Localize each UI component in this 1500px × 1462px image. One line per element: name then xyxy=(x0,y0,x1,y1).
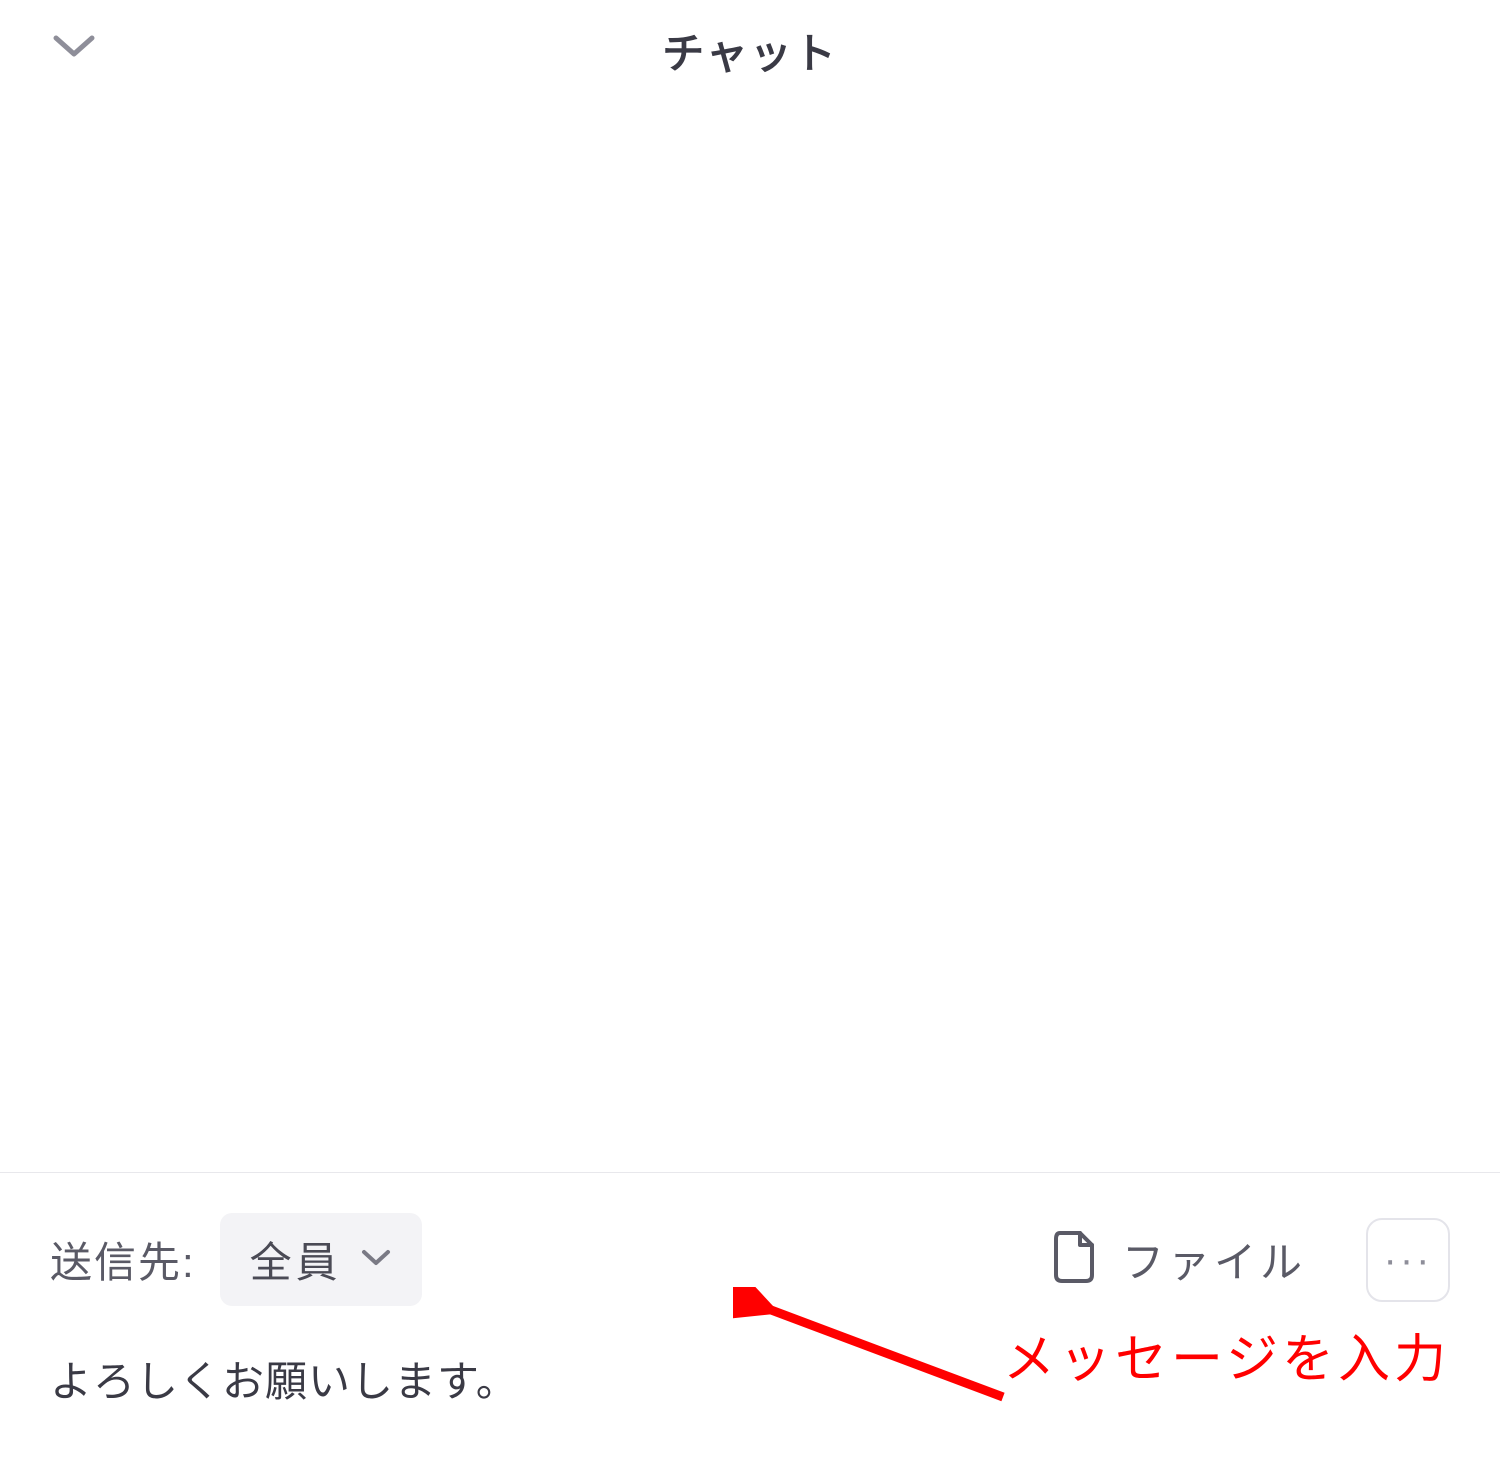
arrow-left-icon xyxy=(733,1287,1013,1422)
chevron-down-icon xyxy=(360,1247,392,1272)
file-button[interactable]: ファイル xyxy=(1050,1229,1306,1290)
annotation-callout: メッセージを入力 xyxy=(733,1287,1450,1422)
file-icon xyxy=(1050,1229,1098,1290)
annotation-text: メッセージを入力 xyxy=(1003,1317,1450,1392)
send-to-label: 送信先: xyxy=(50,1229,196,1290)
chat-panel: チャット 送信先: 全員 ファ xyxy=(0,0,1500,1462)
chat-title: チャット xyxy=(50,20,1450,81)
more-horizontal-icon: ··· xyxy=(1384,1240,1433,1280)
chat-messages-area xyxy=(0,101,1500,1172)
collapse-button[interactable] xyxy=(50,30,98,65)
chevron-down-icon xyxy=(50,47,98,64)
chat-header: チャット xyxy=(0,0,1500,101)
recipient-selected: 全員 xyxy=(250,1229,342,1290)
recipient-dropdown[interactable]: 全員 xyxy=(220,1213,422,1306)
file-button-label: ファイル xyxy=(1122,1229,1306,1290)
